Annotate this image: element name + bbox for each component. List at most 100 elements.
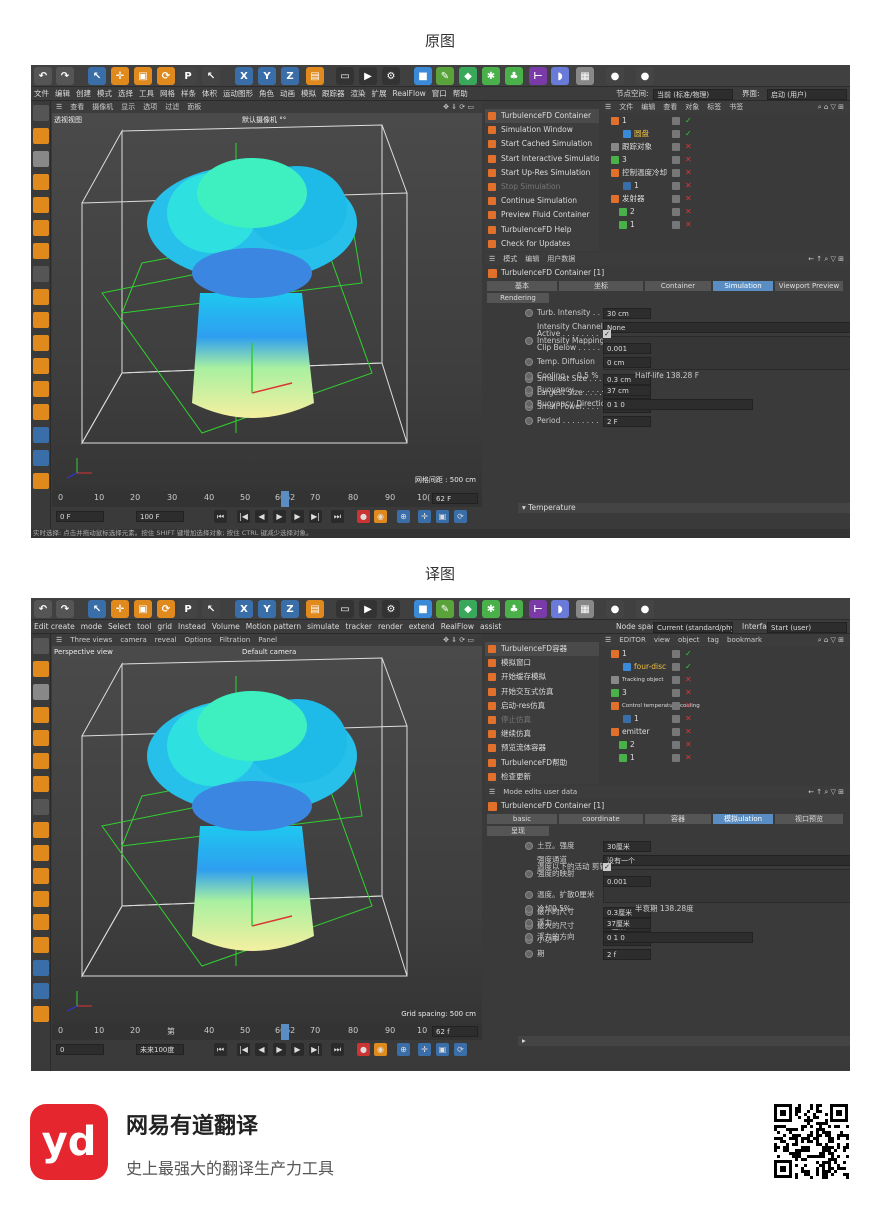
enable-toggle-icon[interactable]: ✕ <box>685 180 692 192</box>
enable-toggle-icon[interactable]: ✕ <box>685 713 692 725</box>
active-checkbox[interactable]: ✓ <box>603 330 611 338</box>
turbulencefd-menu-item[interactable]: Start Cached Simulation <box>485 137 599 151</box>
turbulencefd-menu-item[interactable]: Start Interactive Simulation <box>485 152 599 166</box>
param-value-field[interactable]: 0 1 0 <box>603 932 753 943</box>
texture-mode-icon[interactable] <box>33 151 49 167</box>
menu-item[interactable]: 体积 <box>199 87 220 101</box>
undo-icon[interactable]: ↶ <box>34 67 52 85</box>
tab[interactable]: Viewport Preview <box>775 281 843 291</box>
uv-mode-icon[interactable] <box>33 776 49 792</box>
pen-icon[interactable]: ✎ <box>436 67 454 85</box>
om-menu-item[interactable]: EDITOR <box>615 634 650 646</box>
tab[interactable]: 坐标 <box>559 281 643 291</box>
animate-radio[interactable] <box>525 891 533 899</box>
texture-mode-icon[interactable] <box>33 684 49 700</box>
select-icon[interactable]: ↖ <box>202 67 220 85</box>
object-row[interactable]: Control temperature cooling ✕ <box>601 700 850 712</box>
field-icon[interactable]: ◗ <box>551 600 569 618</box>
animate-radio[interactable] <box>525 905 533 913</box>
menu-item[interactable]: 网格 <box>157 87 178 101</box>
object-row[interactable]: 3 ✕ <box>601 687 850 699</box>
tab-rendering[interactable]: Rendering <box>487 293 549 303</box>
menu-item[interactable]: Select <box>105 620 134 634</box>
om-menu-item[interactable]: 标签 <box>703 101 725 113</box>
y-axis-icon[interactable]: Y <box>258 600 276 618</box>
menu-item[interactable]: simulate <box>304 620 342 634</box>
psr-icon[interactable]: P <box>179 67 197 85</box>
keyframe-icon[interactable]: ⊕ <box>397 510 410 523</box>
menu-item[interactable]: 选择 <box>115 87 136 101</box>
z-axis-icon[interactable]: Z <box>281 600 299 618</box>
turbulencefd-menu-item[interactable]: 启动-res仿真 <box>485 699 599 713</box>
viewport-menu-item[interactable]: 过滤 <box>161 101 183 113</box>
3d-viewport[interactable]: 透视视图 默认摄像机 °° 网格间距 : 500 cm <box>52 113 482 491</box>
object-row[interactable]: 1 ✕ <box>601 219 850 231</box>
end-frame-field[interactable]: 100 F <box>136 511 184 522</box>
prev-frame-icon[interactable]: ◀ <box>255 510 268 523</box>
scale-key-icon[interactable]: ▣ <box>436 510 449 523</box>
paint-icon[interactable] <box>33 473 49 489</box>
menu-item[interactable]: 窗口 <box>429 87 450 101</box>
go-end-icon[interactable]: ⏭ <box>331 1043 344 1056</box>
turbulencefd-menu-item[interactable]: Start Up-Res Simulation <box>485 166 599 180</box>
temperature-section[interactable]: ▾ Temperature <box>518 503 850 513</box>
hamburger-icon[interactable]: ☰ <box>52 634 66 646</box>
tab[interactable]: Simulation <box>713 281 773 291</box>
object-row[interactable]: emitter ✕ <box>601 726 850 738</box>
object-row[interactable]: 圆盘 ✓ <box>601 128 850 140</box>
autokey-icon[interactable]: ◉ <box>374 1043 387 1056</box>
make-editable-icon[interactable] <box>33 105 49 121</box>
viewport-menu-item[interactable]: Filtration <box>216 634 255 646</box>
go-start-icon[interactable]: ⏮ <box>214 510 227 523</box>
visibility-toggle[interactable] <box>672 208 680 216</box>
menu-item[interactable]: Instead <box>175 620 209 634</box>
object-row[interactable]: 控制温度冷却 ✕ <box>601 167 850 179</box>
menu-item[interactable]: 角色 <box>256 87 277 101</box>
menu-item[interactable]: 模式 <box>94 87 115 101</box>
menu-item[interactable]: 样条 <box>178 87 199 101</box>
magnet-icon[interactable] <box>33 404 49 420</box>
node-space-select[interactable]: 当前 (标准/物理) <box>653 89 733 100</box>
viewport-menu-item[interactable]: 面板 <box>183 101 205 113</box>
render-settings-icon[interactable]: ⚙ <box>382 600 400 618</box>
visibility-toggle[interactable] <box>672 650 680 658</box>
menu-item[interactable]: 运动图形 <box>220 87 256 101</box>
temperature-section[interactable]: ▸ <box>518 1036 850 1046</box>
render-view-icon[interactable]: ▶ <box>359 600 377 618</box>
visibility-toggle[interactable] <box>672 169 680 177</box>
menu-item[interactable]: mode <box>78 620 105 634</box>
om-menu-item[interactable]: 对象 <box>681 101 703 113</box>
autokey-icon[interactable]: ◉ <box>374 510 387 523</box>
render-region-icon[interactable]: ▭ <box>336 67 354 85</box>
object-row[interactable]: 3 ✕ <box>601 154 850 166</box>
record-icon[interactable]: ● <box>357 510 370 523</box>
visibility-toggle[interactable] <box>672 156 680 164</box>
coord-icon[interactable]: ▤ <box>306 67 324 85</box>
hamburger-icon[interactable]: ☰ <box>601 101 615 113</box>
enable-toggle-icon[interactable]: ✕ <box>685 219 692 231</box>
turbulencefd-menu-item[interactable]: TurbulenceFD容器 <box>485 642 599 656</box>
viewport-menu-item[interactable]: 选项 <box>139 101 161 113</box>
object-row[interactable]: 1 ✕ <box>601 752 850 764</box>
y-axis-icon[interactable]: Y <box>258 67 276 85</box>
menu-item[interactable]: tool <box>134 620 154 634</box>
enable-toggle-icon[interactable]: ✓ <box>685 661 692 673</box>
deformer-icon[interactable]: ⊢ <box>529 600 547 618</box>
light-icon[interactable]: ● <box>636 67 654 85</box>
light-icon[interactable]: ● <box>636 600 654 618</box>
tab[interactable]: coordinate <box>559 814 643 824</box>
enable-toggle-icon[interactable]: ✕ <box>685 726 692 738</box>
half-life-field[interactable]: Half-life 138.28 F <box>635 369 699 383</box>
end-frame-field[interactable]: 未来100度 <box>136 1044 184 1055</box>
tab[interactable]: 模拟ulation <box>713 814 773 824</box>
camera-icon[interactable]: ● <box>606 67 624 85</box>
menu-item[interactable]: 扩展 <box>369 87 390 101</box>
menu-item[interactable]: 编辑 <box>52 87 73 101</box>
animate-radio[interactable] <box>525 372 533 380</box>
cube-icon[interactable]: ■ <box>414 600 432 618</box>
floor-icon[interactable]: ▦ <box>576 67 594 85</box>
points-mode-icon[interactable] <box>33 707 49 723</box>
mograph-icon[interactable]: ✱ <box>482 600 500 618</box>
object-row[interactable]: 2 ✕ <box>601 206 850 218</box>
visibility-toggle[interactable] <box>672 663 680 671</box>
